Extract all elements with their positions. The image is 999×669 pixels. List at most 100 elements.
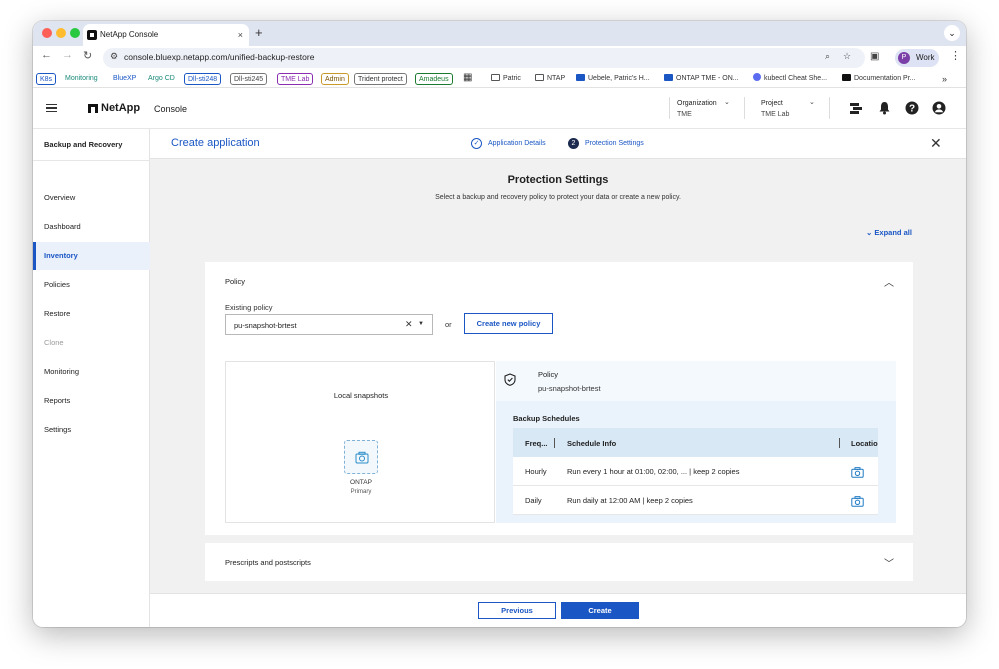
reload-icon[interactable]: ↻ xyxy=(83,49,92,62)
zoom-lens-icon[interactable]: ⌕ xyxy=(825,51,830,62)
prescripts-card[interactable]: Prescripts and postscripts ﹀ xyxy=(205,543,913,581)
sidebar-item-restore[interactable]: Restore xyxy=(33,300,150,328)
zoom-window-button[interactable] xyxy=(70,28,80,38)
create-new-policy-button[interactable]: Create new policy xyxy=(464,313,553,334)
netapp-logo-icon xyxy=(88,104,98,113)
bookmark-monitoring[interactable]: Monitoring xyxy=(62,73,101,85)
sidebar-item-dashboard[interactable]: Dashboard xyxy=(33,213,150,241)
page-header: Create application ✓ Application Details… xyxy=(150,129,966,159)
previous-button[interactable]: Previous xyxy=(478,602,556,619)
profile-avatar: P xyxy=(898,52,910,64)
collapse-chevron-up-icon[interactable]: ︿ xyxy=(884,274,894,289)
bookmark-dll-sti245[interactable]: Dll-sti245 xyxy=(230,73,268,85)
sidebar-item-reports[interactable]: Reports xyxy=(33,387,150,415)
bookmark-star-icon[interactable]: ☆ xyxy=(843,51,851,62)
bookmark-argo-cd[interactable]: Argo CD xyxy=(145,73,178,85)
sidebar-item-inventory[interactable]: Inventory xyxy=(33,242,150,270)
sidebar-item-settings[interactable]: Settings xyxy=(33,416,150,444)
workloads-icon[interactable] xyxy=(849,101,863,120)
bookmark-kubectl[interactable]: kubectl Cheat She... xyxy=(753,73,827,85)
bookmark-dll-sti248[interactable]: Dll-sti248 xyxy=(184,73,222,85)
create-button[interactable]: Create xyxy=(561,602,639,619)
new-tab-button[interactable]: + xyxy=(255,25,263,40)
product-name: Console xyxy=(154,104,188,114)
sidebar-item-overview[interactable]: Overview xyxy=(33,184,150,212)
extensions-icon[interactable]: ▣ xyxy=(870,51,879,62)
existing-policy-select[interactable]: pu-snapshot-brtest ✕ ▼ xyxy=(225,314,433,335)
bookmark-amadeus[interactable]: Amadeus xyxy=(415,73,453,85)
bookmark-tme-lab[interactable]: TME Lab xyxy=(277,73,314,85)
site-settings-icon[interactable]: ⚙ xyxy=(110,51,118,62)
bookmark-folder-ntap[interactable]: NTAP xyxy=(535,73,565,85)
page-title: Create application xyxy=(171,137,260,149)
header-divider xyxy=(744,97,745,119)
project-chevron-down-icon[interactable]: ⌄ xyxy=(809,98,815,106)
bookmark-ontap-tme[interactable]: ONTAP TME - ON... xyxy=(664,73,739,85)
tab-search-chevron-icon[interactable]: ⌄ xyxy=(944,25,960,41)
svg-text:?: ? xyxy=(909,104,915,115)
browser-tab[interactable]: NetApp Console × xyxy=(83,24,249,46)
local-snapshots-panel: Local snapshots ONTAP Primary xyxy=(225,361,495,523)
organization-label[interactable]: Organization xyxy=(677,100,717,107)
bookmark-documentation[interactable]: Documentation Pr... xyxy=(842,73,915,85)
sidebar: Backup and Recovery Overview Dashboard I… xyxy=(33,129,150,627)
column-header-frequency[interactable]: Freq... xyxy=(525,439,548,448)
confluence-icon xyxy=(576,74,585,81)
section-title: Protection Settings xyxy=(507,174,609,186)
bookmark-folder-patric[interactable]: Patric xyxy=(491,73,521,85)
expand-chevron-down-icon[interactable]: ﹀ xyxy=(884,555,894,570)
minimize-window-button[interactable] xyxy=(56,28,66,38)
bookmark-bluexp[interactable]: BlueXP xyxy=(110,73,139,85)
table-row[interactable]: Daily Run daily at 12:00 AM | keep 2 cop… xyxy=(513,486,878,515)
step-protection-settings: Protection Settings xyxy=(585,140,644,147)
sidebar-item-policies[interactable]: Policies xyxy=(33,271,150,299)
close-window-button[interactable] xyxy=(42,28,52,38)
user-icon[interactable] xyxy=(932,101,946,120)
hamburger-menu-icon[interactable] xyxy=(46,104,57,112)
profile-button[interactable]: P Work xyxy=(895,49,939,67)
project-value[interactable]: TME Lab xyxy=(761,111,789,118)
section-subtitle: Select a backup and recovery policy to p… xyxy=(435,194,681,201)
browser-menu-icon[interactable]: ⋮ xyxy=(950,49,961,62)
camera-icon xyxy=(851,465,864,483)
bookmark-trident-protect[interactable]: Trident protect xyxy=(354,73,407,85)
table-row[interactable]: Hourly Run every 1 hour at 01:00, 02:00,… xyxy=(513,457,878,486)
policy-details-value: pu-snapshot-brtest xyxy=(538,384,601,393)
dropdown-caret-icon[interactable]: ▼ xyxy=(418,321,424,327)
bookmark-uebele[interactable]: Uebele, Patric's H... xyxy=(576,73,650,85)
bookmark-label: Uebele, Patric's H... xyxy=(588,75,650,82)
bookmark-admin[interactable]: Admin xyxy=(321,73,349,85)
header-divider xyxy=(829,97,830,119)
row-frequency: Hourly xyxy=(525,467,547,476)
bookmarks-bar: K8s Monitoring BlueXP Argo CD Dll-sti248… xyxy=(33,70,966,88)
address-bar[interactable]: ⚙ console.bluexp.netapp.com/unified-back… xyxy=(103,48,865,68)
ontap-primary-node[interactable] xyxy=(344,440,378,474)
expand-all-button[interactable]: ⌄ Expand all xyxy=(866,228,912,237)
bookmark-k8s[interactable]: K8s xyxy=(36,73,57,85)
url-text[interactable]: console.bluexp.netapp.com/unified-backup… xyxy=(124,52,314,62)
forward-arrow-icon[interactable]: → xyxy=(62,49,73,61)
bookmarks-overflow-icon[interactable]: » xyxy=(942,73,947,85)
apps-grid-icon[interactable]: ▦ xyxy=(463,73,472,83)
column-resize-handle[interactable] xyxy=(839,438,840,448)
local-snapshots-title: Local snapshots xyxy=(333,391,389,400)
column-resize-handle[interactable] xyxy=(554,438,555,448)
step-application-details[interactable]: Application Details xyxy=(488,140,546,147)
existing-policy-label: Existing policy xyxy=(225,303,273,312)
close-icon[interactable]: ✕ xyxy=(930,135,942,152)
sidebar-item-monitoring[interactable]: Monitoring xyxy=(33,358,150,386)
step-complete-check-icon[interactable]: ✓ xyxy=(471,138,482,149)
column-header-schedule-info[interactable]: Schedule Info xyxy=(567,439,616,448)
or-label: or xyxy=(445,320,452,329)
bell-icon[interactable] xyxy=(878,101,891,120)
netapp-favicon-icon xyxy=(87,30,97,40)
brand-name: NetApp xyxy=(101,102,141,114)
organization-chevron-down-icon[interactable]: ⌄ xyxy=(724,98,730,106)
organization-value[interactable]: TME xyxy=(677,111,692,118)
back-arrow-icon[interactable]: ← xyxy=(41,49,52,61)
clear-selection-icon[interactable]: ✕ xyxy=(405,319,413,330)
tab-close-icon[interactable]: × xyxy=(238,24,243,46)
column-header-location[interactable]: Location xyxy=(851,439,878,448)
help-icon[interactable]: ? xyxy=(905,101,919,120)
project-label[interactable]: Project xyxy=(761,100,783,107)
